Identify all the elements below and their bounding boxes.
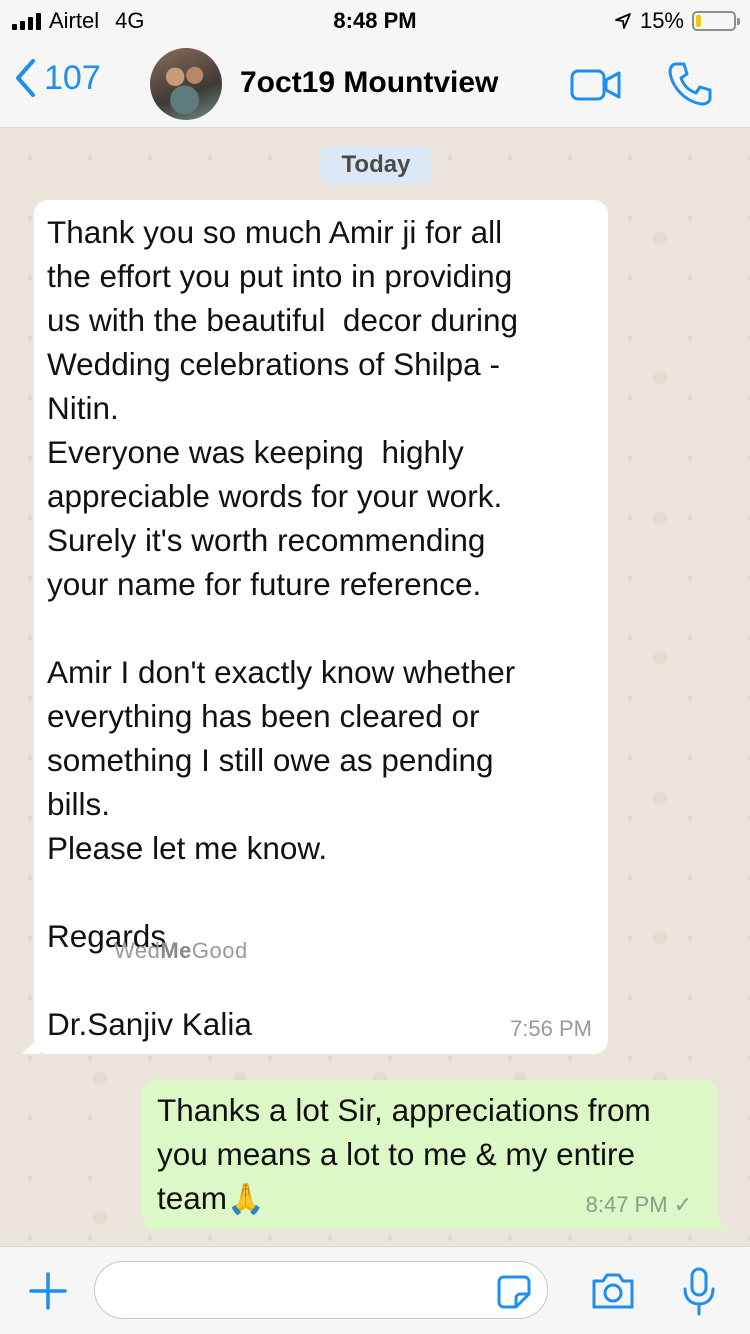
watermark-part: Wed xyxy=(114,938,161,963)
group-avatar[interactable] xyxy=(150,48,222,120)
watermark: WedMeGood xyxy=(114,938,248,964)
outgoing-message-bubble[interactable]: Thanks a lot Sir, appreciations from you… xyxy=(142,1080,730,1230)
phone-icon[interactable] xyxy=(666,60,714,108)
plus-icon[interactable] xyxy=(28,1271,68,1311)
incoming-message-time: 7:56 PM xyxy=(510,1016,592,1041)
chat-header: 107 7oct19 Mountview xyxy=(0,40,750,128)
incoming-message-text: Thank you so much Amir ji for all the ef… xyxy=(47,214,519,1042)
watermark-part: Good xyxy=(191,938,248,963)
video-call-icon[interactable] xyxy=(570,68,622,102)
unread-count: 107 xyxy=(44,58,101,97)
sent-check-icon: ✓ xyxy=(673,1192,692,1217)
battery-percent: 15% xyxy=(639,8,684,33)
camera-icon[interactable] xyxy=(590,1271,636,1311)
sticker-icon[interactable] xyxy=(496,1274,532,1310)
input-bar xyxy=(0,1246,750,1334)
watermark-part: Me xyxy=(160,938,192,963)
location-arrow-icon xyxy=(615,13,631,29)
battery-level xyxy=(696,15,702,27)
outgoing-message-meta: 8:47 PM ✓ xyxy=(586,1192,692,1218)
date-separator: Today xyxy=(320,146,432,184)
status-right: 15% xyxy=(614,8,740,34)
back-button[interactable]: 107 xyxy=(14,58,101,98)
battery-icon xyxy=(692,11,740,31)
message-input[interactable] xyxy=(94,1261,548,1319)
chat-title[interactable]: 7oct19 Mountview xyxy=(240,66,498,100)
outgoing-message-time: 8:47 PM xyxy=(585,1192,668,1217)
chat-area[interactable]: Today Thank you so much Amir ji for all … xyxy=(0,128,750,1246)
incoming-message-bubble[interactable]: Thank you so much Amir ji for all the ef… xyxy=(22,200,608,1054)
microphone-icon[interactable] xyxy=(682,1267,716,1317)
chevron-left-icon xyxy=(16,59,35,97)
folded-hands-emoji: 🙏 xyxy=(227,1183,265,1216)
status-bar: Airtel 4G 8:48 PM 15% xyxy=(0,0,750,40)
